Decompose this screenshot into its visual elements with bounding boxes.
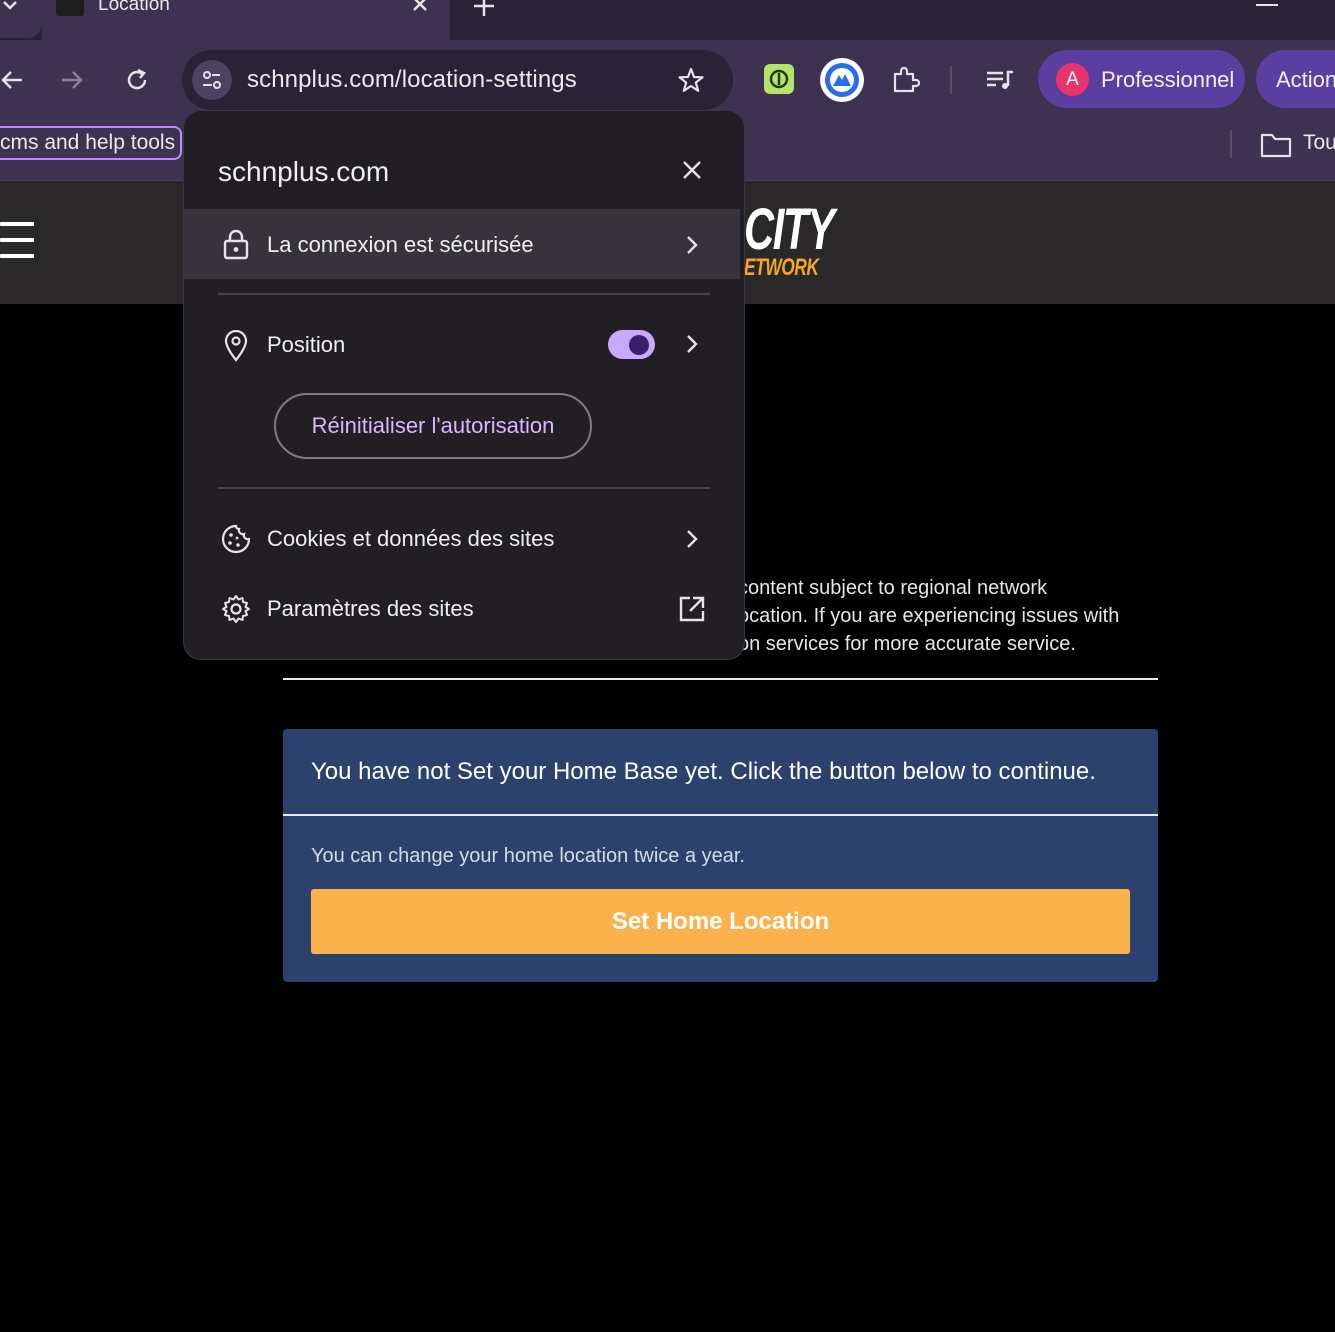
forward-arrow-icon[interactable] [60,68,84,92]
address-url[interactable]: schnplus.com/location-settings [247,66,577,94]
window-minimize-icon[interactable] [1256,4,1278,6]
hamburger-menu-icon[interactable] [0,222,34,258]
open-external-icon[interactable] [678,595,706,623]
back-arrow-icon[interactable] [0,68,24,92]
extension-vpn-icon[interactable] [820,58,864,102]
set-home-location-button[interactable]: Set Home Location [311,889,1130,954]
bookmark-star-icon[interactable] [677,66,705,94]
extension-green-icon[interactable] [764,64,794,94]
tab-search-dropdown[interactable] [0,0,42,38]
reset-permission-button[interactable]: Réinitialiser l'autorisation [274,393,592,459]
home-base-note: You can change your home location twice … [311,845,745,867]
chevron-down-icon [3,1,17,10]
lock-icon [222,228,250,260]
bookmarks-separator [1230,130,1232,158]
bookmark-label[interactable]: cms and help tools [0,131,175,155]
toggle-knob[interactable] [629,335,649,355]
popup-divider [218,487,710,489]
tab-close-icon[interactable] [410,0,430,14]
site-info-tune-icon[interactable] [192,60,232,100]
gear-icon [220,593,252,625]
site-logo-subtitle: ETWORK [744,254,819,281]
action-label[interactable]: Action [1276,67,1335,93]
bookmark-folder-label[interactable]: Tou [1303,131,1335,155]
folder-icon[interactable] [1260,132,1292,158]
location-description: content subject to regional network ocat… [738,577,1120,655]
site-logo[interactable]: CITY [744,196,835,263]
media-control-icon[interactable] [984,64,1016,94]
cookies-row-label[interactable]: Cookies et données des sites [267,526,554,552]
reload-icon[interactable] [124,67,150,93]
position-label: Position [267,332,346,357]
connection-label: La connexion est sécurisée [267,232,534,257]
site-settings-label[interactable]: Paramètres des sites [267,596,474,622]
cookie-icon [220,523,252,555]
chevron-right-icon[interactable] [682,332,702,356]
profile-label[interactable]: Professionnel [1101,67,1234,93]
toolbar-separator [950,66,952,94]
chevron-right-icon[interactable] [682,527,702,551]
popup-domain: schnplus.com [218,156,390,187]
extensions-puzzle-icon[interactable] [890,64,920,94]
card-divider [283,814,1158,816]
chevron-right-icon [682,233,702,257]
avatar[interactable]: A [1056,63,1089,96]
site-favicon-icon [56,0,84,16]
close-icon[interactable] [680,158,704,182]
site-info-popup [183,110,745,660]
location-pin-icon [223,330,249,362]
popup-divider [218,293,710,295]
divider [283,678,1158,680]
home-base-title: You have not Set your Home Base yet. Cli… [311,758,1096,785]
tab-title: Location [98,0,170,15]
new-tab-plus-icon[interactable] [472,0,496,18]
